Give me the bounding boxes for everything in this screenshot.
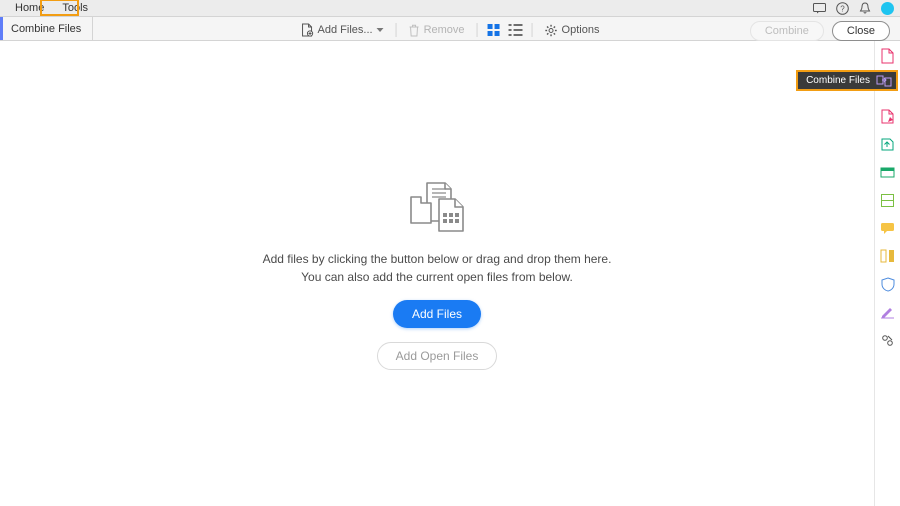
add-open-files-button[interactable]: Add Open Files	[377, 342, 498, 370]
rail-comment-icon[interactable]	[879, 219, 897, 237]
right-tool-rail	[874, 41, 900, 506]
separator	[477, 23, 478, 37]
rail-edit-pdf-icon[interactable]	[879, 107, 897, 125]
remove-label: Remove	[424, 24, 465, 36]
tab-tools[interactable]: Tools	[53, 0, 97, 16]
combine-files-icon	[876, 74, 892, 88]
bell-icon[interactable]	[859, 2, 871, 15]
rail-organize-icon[interactable]	[879, 163, 897, 181]
combine-button: Combine	[750, 21, 824, 41]
add-files-button[interactable]: Add Files	[393, 300, 481, 328]
main-drop-area[interactable]: Add files by clicking the button below o…	[0, 41, 874, 506]
separator	[532, 23, 533, 37]
hint-line-2: You can also add the current open files …	[263, 269, 612, 286]
help-icon[interactable]: ?	[836, 2, 849, 15]
options-label: Options	[562, 24, 600, 36]
rail-export-pdf-icon[interactable]	[879, 135, 897, 153]
command-bar-right: Combine Close	[750, 21, 890, 41]
tab-home[interactable]: Home	[6, 0, 53, 16]
rail-protect-icon[interactable]	[879, 275, 897, 293]
empty-state-hint: Add files by clicking the button below o…	[263, 251, 612, 286]
options-button[interactable]: Options	[541, 22, 604, 39]
hint-line-1: Add files by clicking the button below o…	[263, 251, 612, 268]
list-icon	[509, 24, 523, 36]
rail-create-pdf-icon[interactable]	[879, 47, 897, 65]
chevron-down-icon	[377, 28, 384, 32]
rail-compare-icon[interactable]	[879, 247, 897, 265]
documents-illustration-icon	[397, 177, 477, 237]
rail-flyout-combine-files[interactable]: Combine Files	[796, 70, 898, 91]
gear-icon	[545, 24, 558, 37]
rail-scan-ocr-icon[interactable]	[879, 191, 897, 209]
doc-tab-combine-files[interactable]: Combine Files	[0, 17, 93, 40]
view-grid-button[interactable]	[486, 22, 502, 38]
trash-icon	[409, 24, 420, 37]
grid-icon	[487, 23, 501, 37]
doc-tab-label: Combine Files	[11, 23, 81, 35]
rail-more-tools-icon[interactable]	[879, 331, 897, 349]
add-files-icon	[301, 23, 314, 37]
rail-fill-sign-icon[interactable]	[879, 303, 897, 321]
command-bar: Add Files... Remove Options	[297, 21, 604, 39]
view-list-button[interactable]	[508, 22, 524, 38]
title-bar: Home Tools ?	[0, 0, 900, 17]
close-button[interactable]: Close	[832, 21, 890, 41]
separator	[396, 23, 397, 37]
add-files-menu[interactable]: Add Files...	[297, 21, 388, 39]
title-bar-right: ?	[813, 2, 894, 15]
title-bar-left: Home Tools	[6, 0, 97, 16]
chat-icon[interactable]	[813, 3, 826, 14]
svg-text:?: ?	[840, 4, 845, 13]
add-files-label: Add Files...	[318, 24, 373, 36]
rail-flyout-label: Combine Files	[806, 75, 870, 86]
remove-button: Remove	[405, 22, 469, 39]
avatar[interactable]	[881, 2, 894, 15]
